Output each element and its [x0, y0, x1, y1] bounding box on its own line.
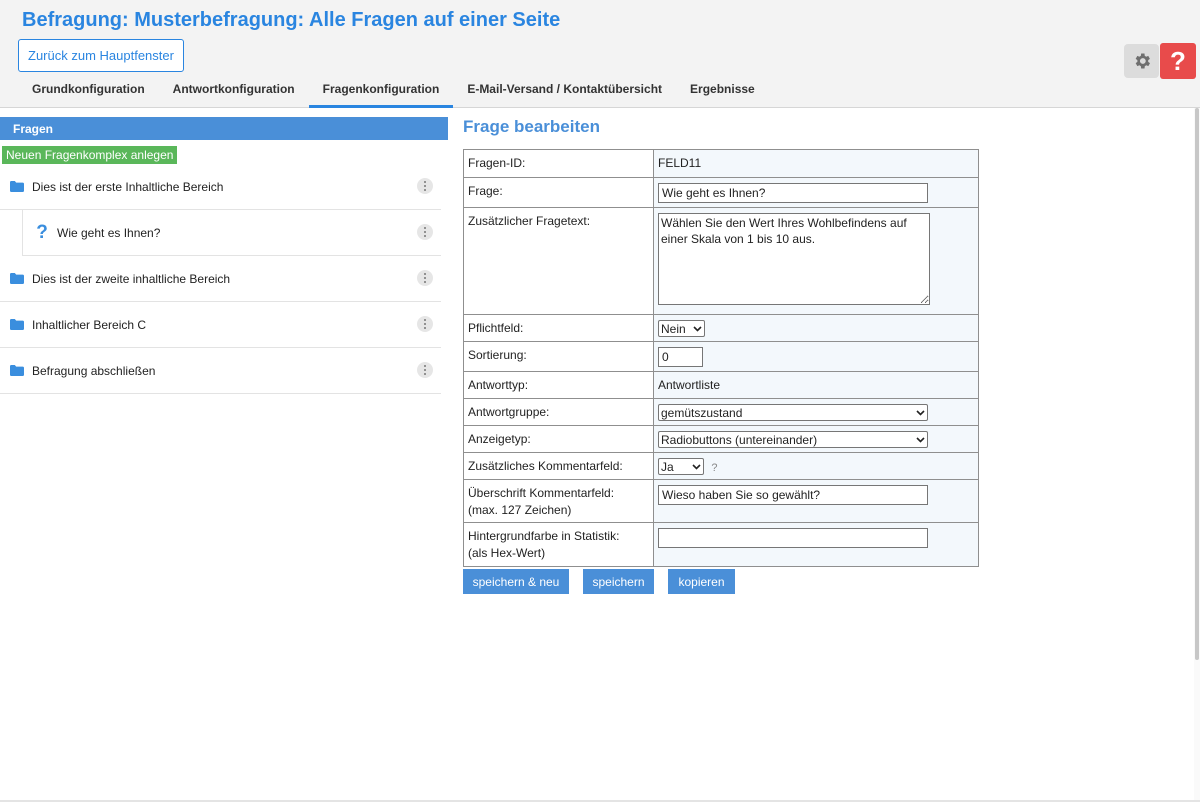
gear-icon	[1135, 53, 1150, 69]
questions-sidebar: Fragen Neuen Fragenkomplex anlegen Dies …	[0, 117, 448, 394]
more-options-icon[interactable]	[417, 224, 433, 240]
field-label-sorting: Sortierung:	[463, 341, 654, 372]
help-hint-icon[interactable]: ?	[711, 462, 717, 474]
field-label-comment-field: Zusätzliches Kommentarfeld:	[463, 452, 654, 480]
help-question-icon: ?	[1170, 45, 1186, 76]
required-select-value: Nein	[661, 321, 686, 336]
scrollbar-thumb[interactable]	[1195, 108, 1199, 660]
copy-button[interactable]: kopieren	[668, 569, 735, 594]
tree-item-label: Befragung abschließen	[32, 363, 156, 378]
more-options-icon[interactable]	[417, 270, 433, 286]
more-options-icon[interactable]	[417, 362, 433, 378]
field-label-id: Fragen-ID:	[463, 149, 654, 178]
tree-item-section[interactable]: Dies ist der erste Inhaltliche Bereich	[0, 164, 441, 210]
sorting-input[interactable]: 0	[658, 347, 703, 367]
page-title: Befragung: Musterbefragung: Alle Fragen …	[22, 9, 561, 31]
tree-item-question[interactable]: ? Wie geht es Ihnen?	[22, 210, 441, 256]
tab-fragenkonfiguration[interactable]: Fragenkonfiguration	[308, 78, 454, 108]
sidebar-title: Fragen	[0, 117, 448, 140]
question-mark-icon: ?	[36, 222, 48, 243]
comment-field-select-value: Ja	[661, 459, 674, 474]
field-label-bg-color: Hintergrundfarbe in Statistik:	[468, 529, 620, 543]
main-tabs: Grundkonfiguration Antwortkonfiguration …	[18, 78, 769, 108]
tab-antwortkonfiguration[interactable]: Antwortkonfiguration	[159, 78, 309, 108]
extra-text-textarea[interactable]: Wählen Sie den Wert Ihres Wohlbefindens …	[658, 213, 930, 305]
tab-ergebnisse[interactable]: Ergebnisse	[676, 78, 769, 108]
form-actions: speichern & neu speichern kopieren	[463, 569, 735, 594]
chevron-down-icon	[693, 325, 702, 332]
folder-icon	[10, 181, 24, 192]
chevron-down-icon	[916, 409, 925, 416]
tree-item-label: Inhaltlicher Bereich C	[32, 317, 147, 332]
field-value-answer-type: Antwortliste	[653, 371, 979, 399]
help-button[interactable]: ?	[1160, 43, 1196, 79]
folder-icon	[10, 365, 24, 376]
comment-heading-input[interactable]: Wieso haben Sie so gewählt?	[658, 485, 928, 505]
question-edit-form: Fragen-ID: FELD11 Frage: Wie geht es Ihn…	[463, 149, 979, 567]
field-label-comment-heading: Überschrift Kommentarfeld:	[468, 486, 615, 500]
tree-item-section[interactable]: Dies ist der zweite inhaltliche Bereich	[0, 256, 441, 302]
new-question-complex-button[interactable]: Neuen Fragenkomplex anlegen	[2, 146, 178, 164]
header-bar: Befragung: Musterbefragung: Alle Fragen …	[0, 0, 1200, 108]
field-label-required: Pflichtfeld:	[463, 314, 654, 342]
field-label-comment-heading-hint: (max. 127 Zeichen)	[468, 503, 572, 517]
folder-icon	[10, 319, 24, 330]
more-options-icon[interactable]	[417, 316, 433, 332]
field-label-answer-type: Antworttyp:	[463, 371, 654, 399]
save-and-new-button[interactable]: speichern & neu	[463, 569, 569, 594]
tree-item-label: Dies ist der erste Inhaltliche Bereich	[32, 179, 224, 194]
chevron-down-icon	[916, 436, 925, 443]
tree-item-label: Dies ist der zweite inhaltliche Bereich	[32, 271, 231, 286]
required-select[interactable]: Nein	[658, 320, 705, 337]
more-options-icon[interactable]	[417, 178, 433, 194]
display-type-select[interactable]: Radiobuttons (untereinander)	[658, 431, 928, 448]
chevron-down-icon	[692, 463, 701, 470]
display-type-select-value: Radiobuttons (untereinander)	[661, 432, 818, 447]
save-button[interactable]: speichern	[583, 569, 654, 594]
answer-group-select-value: gemütszustand	[661, 405, 743, 420]
tab-email-versand[interactable]: E-Mail-Versand / Kontaktübersicht	[453, 78, 676, 108]
editor-title: Frage bearbeiten	[463, 117, 600, 136]
question-tree: Dies ist der erste Inhaltliche Bereich ?…	[0, 164, 441, 394]
folder-icon	[10, 273, 24, 284]
tab-grundkonfiguration[interactable]: Grundkonfiguration	[18, 78, 159, 108]
answer-group-select[interactable]: gemütszustand	[658, 404, 928, 421]
tree-item-section[interactable]: Inhaltlicher Bereich C	[0, 302, 441, 348]
field-value-id: FELD11	[653, 149, 979, 178]
tree-item-section[interactable]: Befragung abschließen	[0, 348, 441, 394]
field-label-question: Frage:	[463, 177, 654, 208]
back-to-main-button[interactable]: Zurück zum Hauptfenster	[18, 39, 184, 72]
field-label-display-type: Anzeigetyp:	[463, 425, 654, 453]
comment-field-select[interactable]: Ja	[658, 458, 704, 475]
question-input[interactable]: Wie geht es Ihnen?	[658, 183, 928, 203]
field-label-bg-color-hint: (als Hex-Wert)	[468, 546, 546, 560]
field-label-extra-text: Zusätzlicher Fragetext:	[463, 207, 654, 315]
bg-color-input[interactable]	[658, 528, 928, 548]
tree-item-label: Wie geht es Ihnen?	[57, 225, 161, 240]
settings-button[interactable]	[1124, 44, 1159, 78]
field-label-answer-group: Antwortgruppe:	[463, 398, 654, 426]
